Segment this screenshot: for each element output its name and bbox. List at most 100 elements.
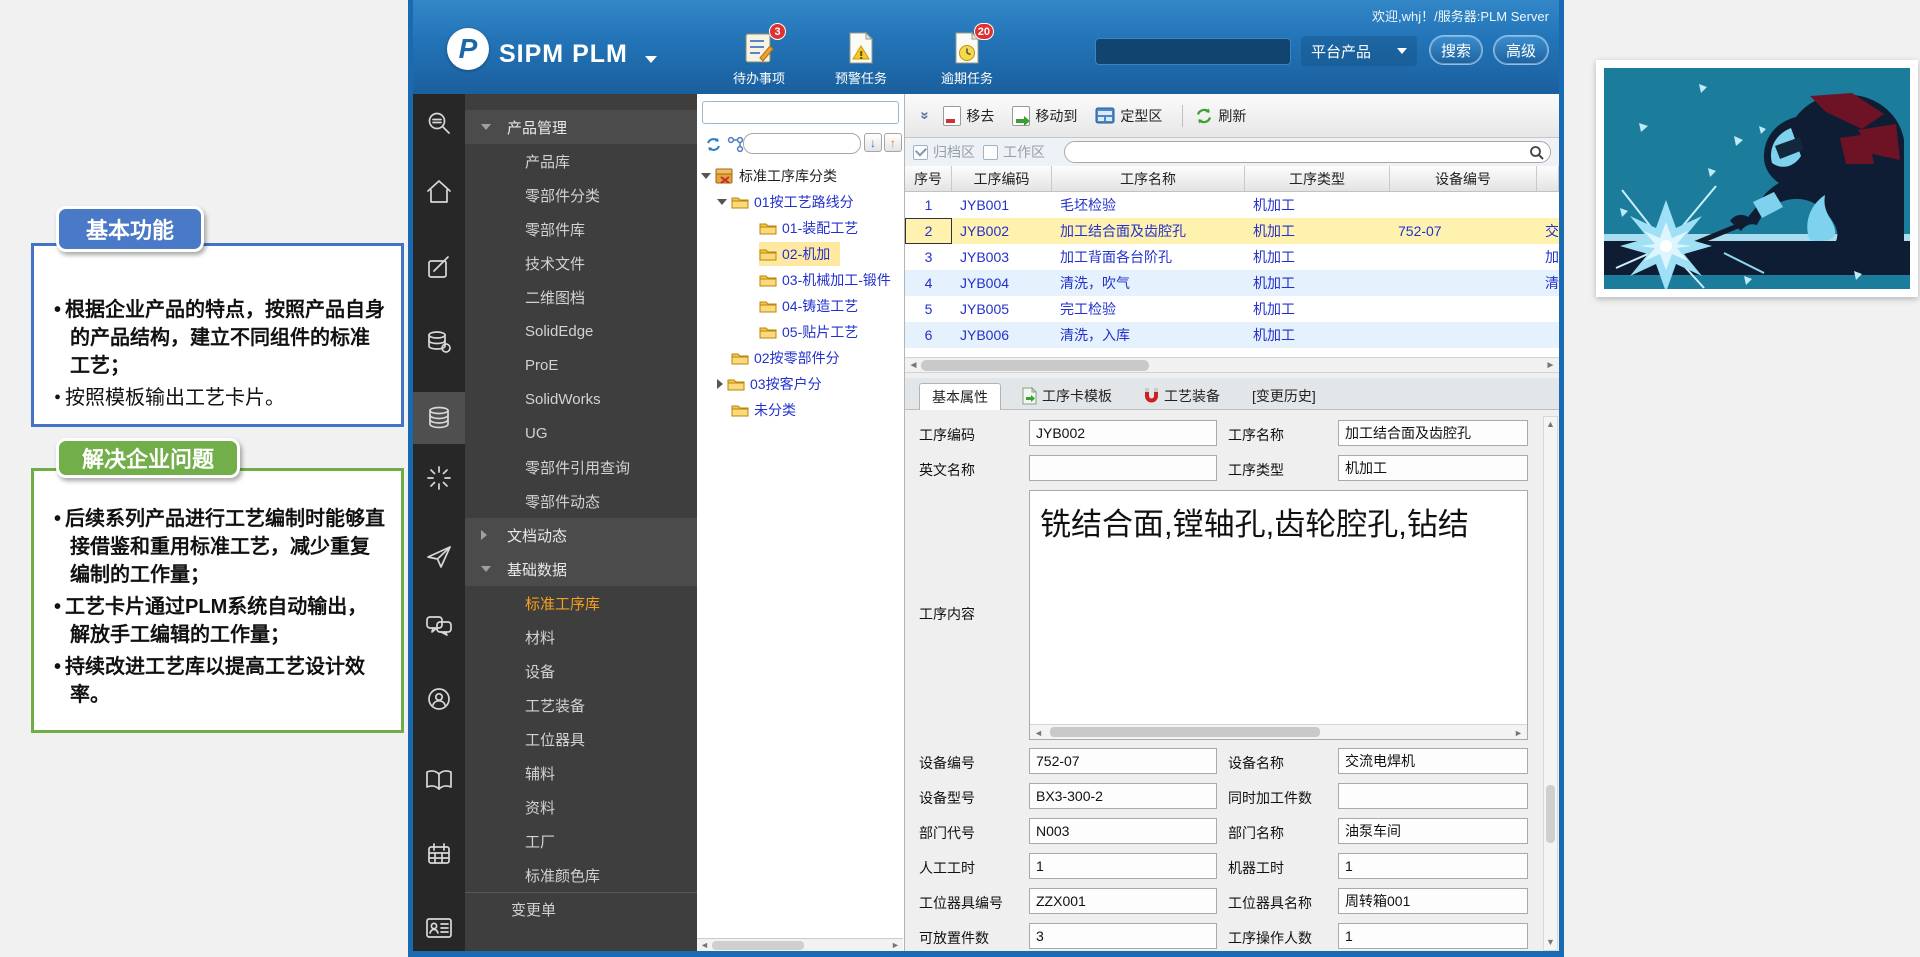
station-tool-code-field[interactable]: ZZX001 <box>1029 888 1217 914</box>
chat-icon[interactable] <box>413 600 465 652</box>
sidebar-item-solidworks[interactable]: SolidWorks <box>465 382 697 416</box>
device-code-field[interactable]: 752-07 <box>1029 748 1217 774</box>
tree-item-03-forging[interactable]: 03-机械加工-锻件 <box>759 268 891 292</box>
refresh-icon[interactable] <box>705 136 722 153</box>
sidebar-item-change-order[interactable]: 变更单 <box>465 892 697 926</box>
tree-horizontal-scrollbar[interactable]: ◄ ► <box>697 938 903 951</box>
sidebar-item-material[interactable]: 材料 <box>465 620 697 654</box>
scrollbar-thumb[interactable] <box>712 941 804 950</box>
sidebar-item-part-activity[interactable]: 零部件动态 <box>465 484 697 518</box>
collapse-chevron-icon[interactable]: » <box>917 111 934 119</box>
textarea-horizontal-scrollbar[interactable]: ◄ ► <box>1030 724 1527 739</box>
sidebar-item-std-color-lib[interactable]: 标准颜色库 <box>465 858 697 892</box>
chevron-closed-icon[interactable] <box>717 379 723 389</box>
move-down-button[interactable]: ↓ <box>864 133 882 152</box>
sidebar-group-base-data[interactable]: 基础数据 <box>465 552 697 586</box>
operator-count-field[interactable]: 1 <box>1338 923 1528 949</box>
column-header-type[interactable]: 工序类型 <box>1245 166 1390 191</box>
remove-button[interactable]: 移去 <box>943 106 994 126</box>
sidebar-item-equipment[interactable]: 设备 <box>465 654 697 688</box>
sidebar-item-product-lib[interactable]: 产品库 <box>465 144 697 178</box>
device-name-field[interactable]: 交流电焊机 <box>1338 748 1528 774</box>
home-icon[interactable] <box>413 166 465 218</box>
column-header-no[interactable]: 序号 <box>905 166 952 191</box>
device-model-field[interactable]: BX3-300-2 <box>1029 783 1217 809</box>
tree-item-05-smt[interactable]: 05-贴片工艺 <box>759 320 858 344</box>
archive-checkbox[interactable] <box>913 145 928 160</box>
sipm-search-icon[interactable] <box>413 98 465 150</box>
sidebar-item-part-ref-query[interactable]: 零部件引用查询 <box>465 450 697 484</box>
simultaneous-count-field[interactable] <box>1338 783 1528 809</box>
scroll-right-icon[interactable]: ► <box>1544 360 1557 371</box>
chevron-down-icon[interactable] <box>645 56 657 63</box>
scroll-up-icon[interactable]: ▲ <box>1544 419 1557 430</box>
sidebar-item-solidedge[interactable]: SolidEdge <box>465 314 697 348</box>
column-header-device[interactable]: 设备编号 <box>1390 166 1537 191</box>
global-search-input[interactable] <box>1095 38 1291 65</box>
move-to-button[interactable]: 移动到 <box>1012 106 1077 126</box>
tab-change-history[interactable]: [变更历史] <box>1240 382 1328 409</box>
warning-tasks-button[interactable]: 预警任务 <box>819 30 903 87</box>
tab-basic-properties[interactable]: 基本属性 <box>919 383 1001 410</box>
sidebar-item-proe[interactable]: ProE <box>465 348 697 382</box>
contact-card-icon[interactable] <box>413 902 465 954</box>
book-icon[interactable] <box>413 754 465 806</box>
sidebar-item-resource[interactable]: 资料 <box>465 790 697 824</box>
advanced-search-button[interactable]: 高级 <box>1493 35 1549 65</box>
sidebar-item-process-equip[interactable]: 工艺装备 <box>465 688 697 722</box>
sidebar-item-aux-material[interactable]: 辅料 <box>465 756 697 790</box>
labor-hours-field[interactable]: 1 <box>1029 853 1217 879</box>
table-row[interactable]: 5JYB005完工检验机加工 <box>905 296 1559 322</box>
scroll-left-icon[interactable]: ◄ <box>698 940 711 951</box>
table-row[interactable]: 1JYB001毛坯检验机加工 <box>905 192 1559 218</box>
table-row-selected[interactable]: 2JYB002加工结合面及齿腔孔机加工752-07交 <box>905 218 1559 244</box>
tree-root-std-process-class[interactable]: 标准工序库分类 <box>701 164 837 188</box>
tree-item-03-by-customer[interactable]: 03按客户分 <box>717 372 822 396</box>
table-row[interactable]: 4JYB004清洗，吹气机加工清 <box>905 270 1559 296</box>
table-row[interactable]: 6JYB006清洗，入库机加工 <box>905 322 1559 348</box>
column-header-partial[interactable] <box>1537 166 1559 191</box>
scrollbar-thumb[interactable] <box>1546 785 1555 843</box>
scroll-left-icon[interactable]: ◄ <box>907 360 920 371</box>
sidebar-item-2d-drawings[interactable]: 二维图档 <box>465 280 697 314</box>
organizer-icon[interactable] <box>413 828 465 880</box>
sidebar-item-part-lib[interactable]: 零部件库 <box>465 212 697 246</box>
sidebar-item-station-tool[interactable]: 工位器具 <box>465 722 697 756</box>
sidebar-item-ug[interactable]: UG <box>465 416 697 450</box>
search-scope-dropdown[interactable]: 平台产品 <box>1301 36 1417 66</box>
scroll-down-icon[interactable]: ▼ <box>1544 937 1557 948</box>
column-header-code[interactable]: 工序编码 <box>952 166 1052 191</box>
scrollbar-thumb[interactable] <box>921 360 1149 371</box>
todo-tasks-button[interactable]: 3 待办事项 <box>717 30 801 87</box>
sidebar-item-factory[interactable]: 工厂 <box>465 824 697 858</box>
tree-filter-input[interactable] <box>702 101 899 124</box>
dept-code-field[interactable]: N003 <box>1029 818 1217 844</box>
sidebar-group-product-mgmt[interactable]: 产品管理 <box>465 110 697 144</box>
loading-spinner-icon[interactable] <box>413 452 465 504</box>
search-button[interactable]: 搜索 <box>1429 35 1483 65</box>
form-vertical-scrollbar[interactable]: ▲ ▼ <box>1543 416 1558 951</box>
refresh-button[interactable]: 刷新 <box>1195 106 1246 126</box>
sidebar-item-tech-doc[interactable]: 技术文件 <box>465 246 697 280</box>
org-chart-icon[interactable] <box>727 136 744 153</box>
chevron-open-icon[interactable] <box>701 173 711 179</box>
database-icon[interactable] <box>413 392 465 444</box>
process-code-field[interactable]: JYB002 <box>1029 420 1217 446</box>
tree-item-uncategorized[interactable]: 未分类 <box>731 398 796 422</box>
edit-icon[interactable] <box>413 242 465 294</box>
process-type-field[interactable]: 机加工 <box>1338 455 1528 481</box>
scroll-left-icon[interactable]: ◄ <box>1032 728 1045 739</box>
table-horizontal-scrollbar[interactable]: ◄ ► <box>905 357 1559 373</box>
tree-search-input[interactable] <box>743 133 861 154</box>
scroll-right-icon[interactable]: ► <box>889 940 902 951</box>
table-row[interactable]: 3JYB003加工背面各台阶孔机加工加 <box>905 244 1559 270</box>
process-name-field[interactable]: 加工结合面及齿腔孔 <box>1338 420 1528 446</box>
tab-process-equipment[interactable]: 工艺装备 <box>1132 382 1232 409</box>
column-header-name[interactable]: 工序名称 <box>1052 166 1245 191</box>
sidebar-item-part-class[interactable]: 零部件分类 <box>465 178 697 212</box>
tree-item-02-machining[interactable]: 02-机加 <box>759 242 840 266</box>
placement-count-field[interactable]: 3 <box>1029 923 1217 949</box>
tree-item-02-by-part[interactable]: 02按零部件分 <box>731 346 840 370</box>
english-name-field[interactable] <box>1029 455 1217 481</box>
tree-item-01-assembly[interactable]: 01-装配工艺 <box>759 216 858 240</box>
